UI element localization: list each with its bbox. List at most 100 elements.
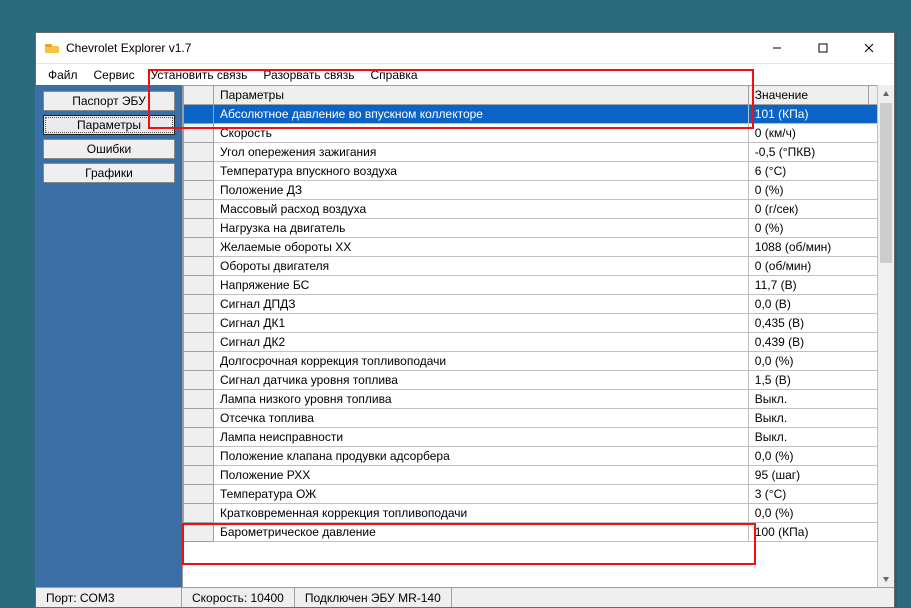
cell-value: 1,5 (В) — [748, 371, 893, 390]
status-speed: Скорость: 10400 — [182, 588, 295, 607]
cell-value: 11,7 (В) — [748, 276, 893, 295]
table-row[interactable]: Абсолютное давление во впускном коллекто… — [184, 105, 894, 124]
table-row[interactable]: Барометрическое давление100 (КПа) — [184, 523, 894, 542]
cell-param: Угол опережения зажигания — [214, 143, 749, 162]
cell-value: 0,0 (%) — [748, 447, 893, 466]
vertical-scrollbar[interactable] — [877, 85, 894, 587]
app-icon — [44, 40, 60, 56]
cell-value: -0,5 (°ПКВ) — [748, 143, 893, 162]
statusbar: Порт: COM3 Скорость: 10400 Подключен ЭБУ… — [36, 587, 894, 607]
col-value[interactable]: Значение — [748, 86, 868, 105]
sidebar-charts-button[interactable]: Графики — [43, 163, 175, 183]
scroll-thumb[interactable] — [880, 103, 892, 263]
table-row[interactable]: Положение ДЗ0 (%) — [184, 181, 894, 200]
row-header — [184, 276, 214, 295]
row-header — [184, 485, 214, 504]
sidebar-errors-button[interactable]: Ошибки — [43, 139, 175, 159]
cell-param: Нагрузка на двигатель — [214, 219, 749, 238]
minimize-button[interactable] — [754, 34, 800, 62]
menu-connect[interactable]: Установить связь — [143, 66, 256, 84]
row-header — [184, 295, 214, 314]
row-header — [184, 390, 214, 409]
cell-value: 0 (км/ч) — [748, 124, 893, 143]
row-header — [184, 181, 214, 200]
menu-service[interactable]: Сервис — [86, 66, 143, 84]
table-row[interactable]: Лампа неисправностиВыкл. — [184, 428, 894, 447]
table-row[interactable]: Сигнал ДК20,439 (В) — [184, 333, 894, 352]
row-header — [184, 333, 214, 352]
cell-param: Кратковременная коррекция топливоподачи — [214, 504, 749, 523]
table-row[interactable]: Обороты двигателя0 (об/мин) — [184, 257, 894, 276]
table-row[interactable]: Температура ОЖ3 (°C) — [184, 485, 894, 504]
table-row[interactable]: Массовый расход воздуха0 (г/сек) — [184, 200, 894, 219]
cell-param: Температура впускного воздуха — [214, 162, 749, 181]
close-button[interactable] — [846, 34, 892, 62]
table-row[interactable]: Лампа низкого уровня топливаВыкл. — [184, 390, 894, 409]
row-header — [184, 219, 214, 238]
table-row[interactable]: Сигнал ДПДЗ0,0 (В) — [184, 295, 894, 314]
cell-param: Положение клапана продувки адсорбера — [214, 447, 749, 466]
sidebar-passport-button[interactable]: Паспорт ЭБУ — [43, 91, 175, 111]
cell-param: Долгосрочная коррекция топливоподачи — [214, 352, 749, 371]
cell-value: 1088 (об/мин) — [748, 238, 893, 257]
table-row[interactable]: Сигнал ДК10,435 (В) — [184, 314, 894, 333]
cell-param: Сигнал ДК1 — [214, 314, 749, 333]
table-row[interactable]: Желаемые обороты ХХ1088 (об/мин) — [184, 238, 894, 257]
menu-file[interactable]: Файл — [40, 66, 86, 84]
row-header — [184, 162, 214, 181]
table-row[interactable]: Угол опережения зажигания-0,5 (°ПКВ) — [184, 143, 894, 162]
col-parameters[interactable]: Параметры — [214, 86, 749, 105]
sidebar: Паспорт ЭБУ Параметры Ошибки Графики — [36, 85, 182, 587]
cell-param: Сигнал ДПДЗ — [214, 295, 749, 314]
cell-param: Лампа низкого уровня топлива — [214, 390, 749, 409]
cell-param: Абсолютное давление во впускном коллекто… — [214, 105, 749, 124]
titlebar[interactable]: Chevrolet Explorer v1.7 — [36, 33, 894, 63]
row-header — [184, 257, 214, 276]
sidebar-params-button[interactable]: Параметры — [43, 115, 175, 135]
parameters-grid[interactable]: Параметры Значение Абсолютное давление в… — [183, 85, 894, 542]
cell-value: 0 (%) — [748, 219, 893, 238]
cell-value: 0,0 (%) — [748, 352, 893, 371]
cell-value: 0,0 (В) — [748, 295, 893, 314]
row-header — [184, 371, 214, 390]
cell-param: Массовый расход воздуха — [214, 200, 749, 219]
row-header — [184, 409, 214, 428]
grid-corner[interactable] — [184, 86, 214, 105]
window-title: Chevrolet Explorer v1.7 — [66, 41, 754, 55]
table-row[interactable]: Отсечка топливаВыкл. — [184, 409, 894, 428]
cell-param: Отсечка топлива — [214, 409, 749, 428]
cell-value: Выкл. — [748, 390, 893, 409]
table-row[interactable]: Скорость0 (км/ч) — [184, 124, 894, 143]
table-row[interactable]: Нагрузка на двигатель0 (%) — [184, 219, 894, 238]
cell-value: 0 (об/мин) — [748, 257, 893, 276]
table-row[interactable]: Долгосрочная коррекция топливоподачи0,0 … — [184, 352, 894, 371]
table-row[interactable]: Температура впускного воздуха6 (°C) — [184, 162, 894, 181]
table-row[interactable]: Положение клапана продувки адсорбера0,0 … — [184, 447, 894, 466]
table-row[interactable]: Кратковременная коррекция топливоподачи0… — [184, 504, 894, 523]
row-header — [184, 428, 214, 447]
row-header — [184, 143, 214, 162]
menu-help[interactable]: Справка — [363, 66, 426, 84]
maximize-button[interactable] — [800, 34, 846, 62]
table-row[interactable]: Сигнал датчика уровня топлива1,5 (В) — [184, 371, 894, 390]
cell-value: 100 (КПа) — [748, 523, 893, 542]
menu-disconnect[interactable]: Разорвать связь — [255, 66, 362, 84]
cell-param: Сигнал датчика уровня топлива — [214, 371, 749, 390]
scroll-up-icon[interactable] — [878, 85, 894, 102]
status-port: Порт: COM3 — [36, 588, 182, 607]
cell-value: 0 (%) — [748, 181, 893, 200]
cell-param: Напряжение БС — [214, 276, 749, 295]
cell-value: 101 (КПа) — [748, 105, 893, 124]
cell-param: Лампа неисправности — [214, 428, 749, 447]
row-header — [184, 466, 214, 485]
cell-param: Положение РХХ — [214, 466, 749, 485]
table-row[interactable]: Напряжение БС11,7 (В) — [184, 276, 894, 295]
app-window: Chevrolet Explorer v1.7 Файл Сервис Уста… — [35, 32, 895, 608]
cell-value: 0,0 (%) — [748, 504, 893, 523]
cell-param: Положение ДЗ — [214, 181, 749, 200]
row-header — [184, 352, 214, 371]
scroll-down-icon[interactable] — [878, 570, 894, 587]
table-row[interactable]: Положение РХХ95 (шаг) — [184, 466, 894, 485]
cell-param: Обороты двигателя — [214, 257, 749, 276]
row-header — [184, 238, 214, 257]
